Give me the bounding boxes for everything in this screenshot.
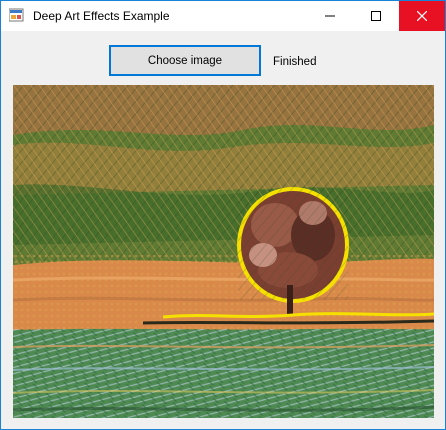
maximize-icon — [371, 11, 381, 21]
minimize-button[interactable] — [307, 1, 353, 31]
main-window: Deep Art Effects Example Choose image Fi… — [0, 0, 446, 430]
minimize-icon — [325, 15, 335, 17]
stylized-landscape-image — [13, 85, 434, 418]
close-button[interactable] — [399, 1, 445, 31]
close-icon — [417, 11, 427, 21]
window-title: Deep Art Effects Example — [33, 9, 170, 23]
title-bar[interactable]: Deep Art Effects Example — [1, 1, 445, 31]
result-picture-box — [13, 85, 434, 418]
choose-image-button[interactable]: Choose image — [109, 45, 261, 76]
status-label: Finished — [273, 56, 317, 68]
app-window-icon — [8, 8, 25, 24]
maximize-button[interactable] — [353, 1, 399, 31]
